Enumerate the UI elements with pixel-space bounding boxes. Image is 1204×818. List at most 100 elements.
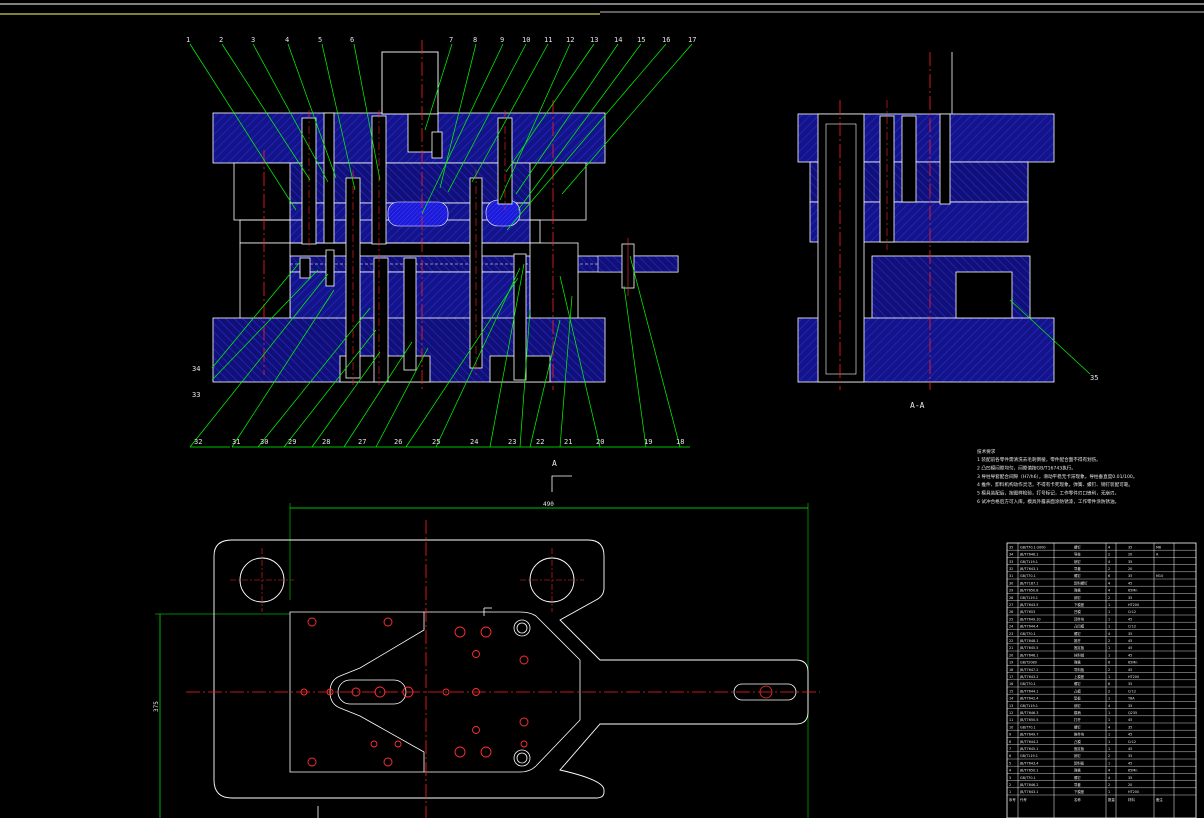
bom-cell: 45	[1128, 718, 1132, 722]
bom-cell: 5	[1009, 761, 1011, 765]
bom-cell: 4	[1108, 560, 1110, 564]
bom-cell: 4	[1108, 769, 1110, 773]
part-label-30: 30	[260, 438, 268, 446]
bom-cell: 凸模	[1074, 739, 1081, 744]
bom-header-cell: 备注	[1156, 797, 1163, 802]
part-label-32: 32	[194, 438, 202, 446]
bom-cell: 凸凹模	[1074, 624, 1085, 629]
bom-cell: M8	[1156, 545, 1161, 549]
bom-cell: 模柄	[1074, 710, 1081, 715]
bom-cell: 推件块	[1074, 732, 1085, 737]
bom-cell: 45	[1128, 653, 1132, 657]
bom-cell: 螺钉	[1074, 544, 1081, 549]
bom-cell: GB/T70.1	[1020, 725, 1036, 729]
bom-cell: 26	[1009, 610, 1013, 614]
bom-cell: 13	[1009, 704, 1013, 708]
part-label-25: 25	[432, 438, 440, 446]
bom-header-cell: 代号	[1020, 797, 1027, 802]
bom-cell: 45	[1128, 761, 1132, 765]
part-label-20: 20	[596, 438, 604, 446]
bom-header-cell: 序号	[1009, 797, 1016, 802]
bom-cell: 卸料螺钉	[1074, 580, 1088, 585]
bom-cell: 螺钉	[1074, 775, 1081, 780]
bom-cell: 凹模	[1074, 609, 1081, 614]
bom-cell: JB/T7653	[1019, 610, 1035, 614]
bom-cell: JB/T7645.5	[1019, 646, 1038, 650]
bom-header-cell: 数量	[1108, 797, 1115, 802]
bom-cell: 固定板	[1074, 645, 1085, 650]
bom-cell: 1	[1108, 718, 1110, 722]
bom-cell: 4	[1108, 589, 1110, 593]
part-number-labels-top: 1 2 3 4 5 6 7 8 9 10 11 12 13 14 15 16 17	[186, 36, 696, 44]
tech-note-line: 1 装配前各零件需清洗去毛刺倒棱，零件配合面不得有划伤。	[977, 456, 1101, 463]
part-label-31: 31	[232, 438, 240, 446]
bom-cell: 螺钉	[1074, 724, 1081, 729]
bom-cell: GB/T70.1	[1020, 632, 1036, 636]
dimension-height: 375	[153, 701, 160, 712]
bom-cell: 65Mn	[1128, 589, 1137, 593]
part-label-22: 22	[536, 438, 544, 446]
bill-of-materials: 35 GB/T70.1-2000 螺钉 4 35 M834 JB/T7646.1 导柱 2 20 A…	[1006, 542, 1197, 818]
bom-cell: 45	[1128, 668, 1132, 672]
bom-cell: Cr12	[1128, 625, 1136, 629]
part-label-29: 29	[288, 438, 296, 446]
bom-cell: 1	[1108, 733, 1110, 737]
bom-cell: 33	[1009, 560, 1013, 564]
bom-cell: 19	[1009, 661, 1013, 665]
bom-cell: 45	[1128, 733, 1132, 737]
bom-cell: 1	[1009, 790, 1011, 794]
workpiece-left	[387, 201, 449, 227]
part-label-26: 26	[394, 438, 402, 446]
drawing-frame	[0, 3, 1204, 15]
die-shank	[381, 51, 439, 115]
bom-cell: 35	[1009, 545, 1013, 549]
main-assembly-view: 1 2 3 4 5 6 7 8 9 10 11 12 13 14 15 16 17 32 31 30 29 28 27 26…	[186, 36, 696, 448]
bom-cell: Cr12	[1128, 610, 1136, 614]
bom-cell: 22	[1009, 639, 1013, 643]
bom-cell: 3	[1009, 776, 1011, 780]
part-label-3: 3	[251, 36, 255, 44]
part-label-5: 5	[318, 36, 322, 44]
bom-cell: 9	[1009, 733, 1011, 737]
bom-cell: 导套	[1074, 566, 1081, 571]
part-label-8: 8	[473, 36, 477, 44]
bom-cell: 45	[1128, 639, 1132, 643]
bom-cell: 28	[1009, 596, 1013, 600]
bom-cell: Cr12	[1128, 689, 1136, 693]
bom-cell: 45	[1128, 646, 1132, 650]
bom-cell: 2	[1108, 567, 1110, 571]
bom-cell: 24	[1009, 625, 1013, 629]
bom-cell: 固定板	[1074, 746, 1085, 751]
part-label-35: 35	[1090, 374, 1098, 382]
bom-cell: JB/T7649.7	[1019, 733, 1038, 737]
bom-cell: 2	[1108, 783, 1110, 787]
bom-cell: 18	[1009, 668, 1013, 672]
bom-cell: 6	[1108, 661, 1110, 665]
dimension-width: 490	[543, 501, 554, 508]
bom-cell: 35	[1128, 754, 1132, 758]
bom-cell: Q235	[1128, 711, 1137, 715]
bom-cell: 下模座	[1074, 789, 1085, 794]
bom-cell: 4	[1108, 725, 1110, 729]
bom-cell: 45	[1128, 747, 1132, 751]
bom-cell: JB/T7643.2	[1019, 675, 1038, 679]
bom-cell: 4	[1108, 776, 1110, 780]
bom-cell: GB/T70.1	[1020, 574, 1036, 578]
bom-cell: 35	[1128, 560, 1132, 564]
bom-cell: 打杆	[1074, 717, 1081, 722]
section-caption: A-A	[910, 401, 925, 410]
bom-cell: GB/T70.1-2000	[1020, 545, 1046, 549]
part-label-17: 17	[688, 36, 696, 44]
tech-notes-title: 技术要求	[977, 448, 996, 455]
bom-cell: 30	[1009, 581, 1013, 585]
bom-cell: JB/T7646.3	[1019, 711, 1038, 715]
guide-pillar-section	[817, 113, 865, 383]
bom-cell: 4	[1108, 704, 1110, 708]
bom-cell: JB/T7650.8	[1019, 589, 1038, 593]
bom-cell: 1	[1108, 740, 1110, 744]
bom-cell: 销钉	[1074, 703, 1081, 708]
part-label-18: 18	[676, 438, 684, 446]
bom-cell: 27	[1009, 603, 1013, 607]
part-label-7: 7	[449, 36, 453, 44]
bom-cell: 65Mn	[1128, 769, 1137, 773]
